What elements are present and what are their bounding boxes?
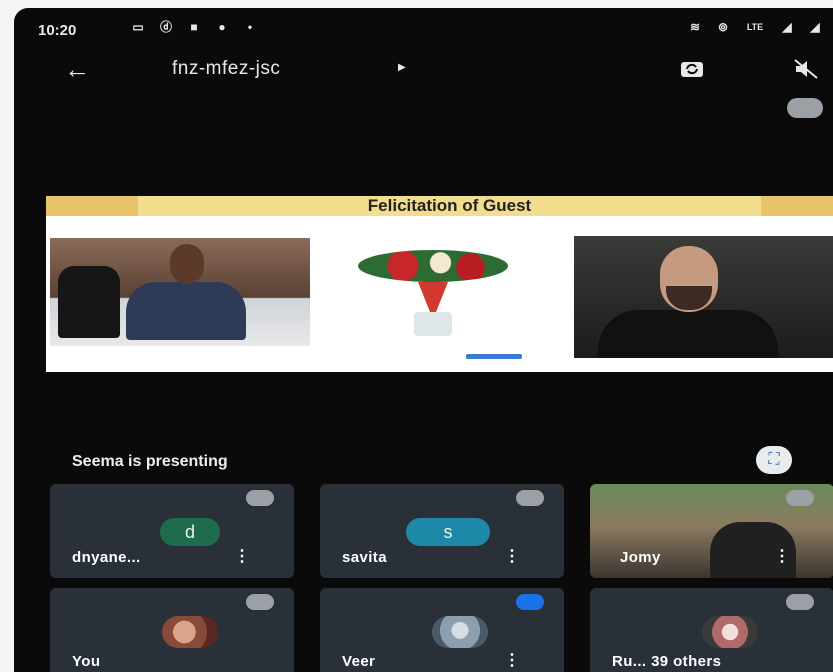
self-mic-off-icon[interactable] [787,98,823,118]
more-options-icon[interactable]: ⋮ [504,546,520,566]
avatar [432,616,488,648]
caret-right-icon[interactable]: ▶ [398,62,406,73]
slide-title-band: Felicitation of Guest [46,196,833,216]
hotspot-icon: ⊚ [717,20,729,34]
speaking-indicator-icon [516,594,544,610]
d-icon: ⓓ [159,20,172,34]
guest-photo-left [50,238,310,346]
presentation-slide: Felicitation of Guest [46,196,833,372]
signal-icon-1: ◢ [782,20,792,34]
more-options-icon[interactable]: ⋮ [504,650,520,670]
speaker-off-icon[interactable] [793,58,819,85]
chair-shape [58,266,120,338]
participant-tile[interactable]: Jomy ⋮ [590,484,833,578]
participant-tile[interactable]: Veer ⋮ [320,588,564,672]
avatar: d [160,518,220,546]
mic-off-icon [246,594,274,610]
participant-name: savita [342,549,387,566]
participant-name: Ru... 39 others [612,653,722,670]
switch-camera-icon[interactable] [679,58,705,85]
avatar: s [406,518,490,546]
lock-icon: ■ [190,20,198,34]
bouquet-image [348,236,520,336]
dot-icon: • [247,20,253,34]
status-icons-left: ▭ ⓓ ■ ● • [130,20,258,34]
mic-off-icon [786,594,814,610]
mic-off-icon [516,490,544,506]
signal-icon-2: ◢ [810,20,820,34]
participant-name: Jomy [620,549,661,566]
person-figure [126,244,246,340]
participant-name: dnyane... [72,549,141,566]
video-icon: ▭ [132,20,144,34]
guest-photo-right [574,236,833,358]
avatar [702,616,758,648]
participant-name: You [72,653,101,670]
back-arrow-icon[interactable]: ← [64,54,90,85]
mic-off-icon [246,490,274,506]
participant-name: Veer [342,653,376,670]
app-icon: ● [218,20,226,34]
participant-tile[interactable]: You [50,588,294,672]
participant-tile[interactable]: s savita ⋮ [320,484,564,578]
mic-off-icon [786,490,814,506]
lte-label: LTE [746,22,764,32]
slide-title: Felicitation of Guest [138,196,761,216]
meeting-code[interactable]: fnz-mfez-jsc [172,58,280,80]
wifi-calling-icon: ≋ [689,20,701,34]
status-time: 10:20 [38,22,77,39]
app-bar: ← fnz-mfez-jsc ▶ [14,52,833,92]
participant-tile[interactable]: Ru... 39 others [590,588,833,672]
more-options-icon[interactable]: ⋮ [774,546,790,566]
phone-screen: 10:20 ▭ ⓓ ■ ● • ≋ ⊚ LTE ◢ ◢ ← fnz-mfez-j… [14,8,833,672]
participant-tile[interactable]: d dnyane... ⋮ [50,484,294,578]
slide-progress-bar [466,354,522,359]
status-icons-right: ≋ ⊚ LTE ◢ ◢ [687,20,823,34]
avatar [162,616,218,648]
fullscreen-button[interactable]: ⛶ [756,446,792,474]
more-options-icon[interactable]: ⋮ [234,546,250,566]
presenting-label: Seema is presenting [72,453,228,470]
status-bar: 10:20 ▭ ⓓ ■ ● • ≋ ⊚ LTE ◢ ◢ [38,20,823,42]
